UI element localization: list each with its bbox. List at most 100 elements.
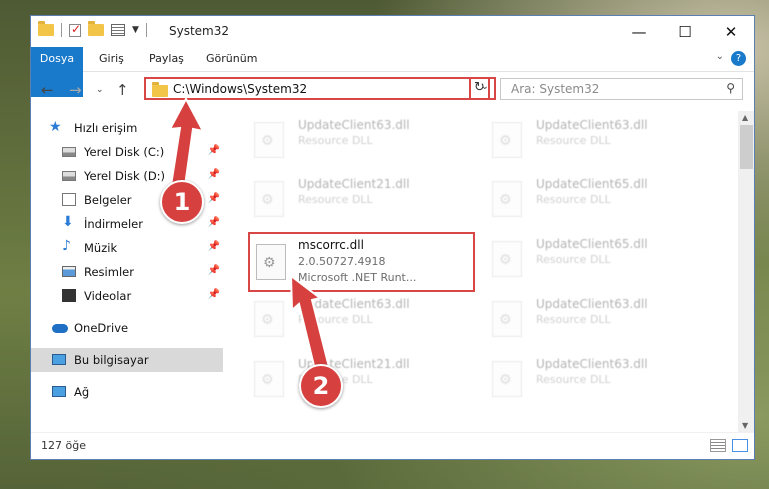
dll-file-icon: [254, 181, 284, 217]
file-type: Resource DLL: [536, 134, 611, 147]
file-description: Microsoft .NET Runt...: [298, 271, 417, 284]
sidebar-item-network[interactable]: Ağ: [31, 380, 223, 404]
window-controls: — ☐ ✕: [616, 16, 754, 47]
drive-icon: [62, 147, 76, 157]
details-view-icon[interactable]: [710, 439, 726, 452]
navigation-pane: ★ Hızlı erişim Yerel Disk (C:) 📌 Yerel D…: [31, 111, 223, 431]
sidebar-item-music[interactable]: ♪ Müzik 📌: [31, 236, 223, 260]
network-icon: [52, 386, 66, 397]
properties-check-icon[interactable]: [69, 22, 81, 37]
separator: [61, 23, 62, 37]
folder-icon: [152, 82, 168, 97]
file-item[interactable]: UpdateClient63.dll Resource DLL: [492, 355, 722, 405]
video-icon: [62, 289, 76, 302]
ribbon-tabs: Dosya Giriş Paylaş Görünüm ⌄ ?: [31, 47, 754, 97]
vertical-scrollbar[interactable]: ▲ ▼: [738, 111, 754, 432]
properties-icon[interactable]: [111, 24, 125, 36]
search-icon[interactable]: ⚲: [726, 81, 735, 95]
dll-file-icon: [254, 301, 284, 337]
pin-icon[interactable]: 📌: [208, 241, 220, 252]
music-icon: ♪: [62, 238, 71, 254]
pin-icon[interactable]: 📌: [208, 145, 220, 156]
star-icon: ★: [49, 119, 62, 135]
scroll-up-arrow-icon[interactable]: ▲: [742, 113, 748, 122]
file-name: UpdateClient63.dll: [298, 297, 410, 311]
file-item[interactable]: UpdateClient63.dll Resource DLL: [492, 295, 722, 345]
expand-ribbon-chevron-icon[interactable]: ⌄: [716, 51, 724, 62]
dll-file-icon: [492, 181, 522, 217]
pin-icon[interactable]: 📌: [208, 289, 220, 300]
file-explorer-window: ▼ System32 — ☐ ✕ Dosya Giriş Paylaş Görü…: [30, 15, 755, 460]
file-item-mscorrc-dll[interactable]: mscorrc.dll 2.0.50727.4918 Microsoft .NE…: [248, 232, 475, 292]
tab-share[interactable]: Paylaş: [149, 47, 184, 71]
dll-file-icon: [256, 244, 286, 280]
file-item[interactable]: UpdateClient65.dll Resource DLL: [492, 235, 722, 285]
refresh-button[interactable]: ↻: [469, 77, 490, 100]
tab-view[interactable]: Görünüm: [206, 47, 257, 71]
file-type: Resource DLL: [536, 253, 611, 266]
sidebar-item-onedrive[interactable]: OneDrive: [31, 316, 223, 340]
cloud-icon: [52, 324, 68, 333]
sidebar-item-label: Müzik: [84, 241, 118, 255]
sidebar-item-label: İndirmeler: [84, 217, 143, 231]
dll-file-icon: [492, 301, 522, 337]
navigation-bar: ← → ⌄ ↑ C:\Windows\System32 ⌄ ↻ Ara: Sys…: [31, 72, 754, 106]
file-name: mscorrc.dll: [298, 238, 364, 252]
search-box[interactable]: Ara: System32 ⚲: [500, 78, 743, 100]
separator: [145, 23, 147, 37]
dll-file-icon: [492, 122, 522, 158]
sidebar-item-label: Videolar: [84, 289, 132, 303]
recent-locations-chevron-icon[interactable]: ⌄: [96, 85, 104, 95]
file-item[interactable]: UpdateClient65.dll Resource DLL: [492, 175, 722, 225]
pin-icon[interactable]: 📌: [208, 169, 220, 180]
file-item[interactable]: UpdateClient63.dll Resource DLL: [492, 116, 722, 166]
sidebar-item-pictures[interactable]: Resimler 📌: [31, 260, 223, 284]
maximize-button[interactable]: ☐: [662, 16, 708, 47]
file-item[interactable]: UpdateClient21.dll Resource DLL: [254, 175, 484, 225]
new-folder-icon[interactable]: [88, 21, 104, 36]
sidebar-item-videos[interactable]: Videolar 📌: [31, 284, 223, 308]
help-icon[interactable]: ?: [731, 51, 746, 66]
file-item[interactable]: UpdateClient63.dll Resource DLL: [254, 116, 484, 166]
pictures-icon: [62, 266, 76, 277]
status-bar: 127 öğe: [31, 432, 754, 459]
step-2-badge: 2: [299, 364, 343, 408]
address-bar[interactable]: C:\Windows\System32 ⌄: [144, 77, 496, 100]
scroll-down-arrow-icon[interactable]: ▼: [742, 421, 748, 430]
file-type: Resource DLL: [536, 313, 611, 326]
scrollbar-thumb[interactable]: [740, 125, 753, 169]
file-item[interactable]: UpdateClient21.dll Resource DLL: [254, 355, 484, 405]
up-arrow-icon[interactable]: ↑: [116, 81, 129, 99]
large-icons-view-icon[interactable]: [732, 439, 748, 452]
tab-home[interactable]: Giriş: [99, 47, 124, 71]
file-type: Resource DLL: [536, 193, 611, 206]
dll-file-icon: [254, 361, 284, 397]
minimize-button[interactable]: —: [616, 16, 662, 47]
pin-icon[interactable]: 📌: [208, 265, 220, 276]
title-bar: ▼ System32 — ☐ ✕: [31, 16, 754, 47]
search-placeholder: Ara: System32: [511, 82, 600, 96]
close-button[interactable]: ✕: [708, 16, 754, 47]
file-type: Resource DLL: [298, 134, 373, 147]
step-1-badge: 1: [160, 180, 204, 224]
item-count: 127 öğe: [41, 439, 86, 452]
file-item[interactable]: UpdateClient63.dll Resource DLL: [254, 295, 484, 345]
dll-file-icon: [492, 361, 522, 397]
sidebar-item-this-pc[interactable]: Bu bilgisayar: [31, 348, 223, 372]
customize-toolbar-chevron-icon[interactable]: ▼: [132, 25, 139, 35]
drive-icon: [62, 171, 76, 181]
sidebar-item-quick-access[interactable]: ★ Hızlı erişim: [31, 116, 223, 140]
computer-icon: [52, 354, 66, 365]
forward-arrow-icon[interactable]: →: [69, 81, 82, 99]
sidebar-item-label: Bu bilgisayar: [74, 353, 149, 367]
quick-access-toolbar: ▼: [38, 21, 147, 37]
file-name: UpdateClient63.dll: [536, 297, 648, 311]
file-name: UpdateClient63.dll: [536, 118, 648, 132]
file-type: Resource DLL: [298, 193, 373, 206]
file-version: 2.0.50727.4918: [298, 255, 386, 268]
pin-icon[interactable]: 📌: [208, 193, 220, 204]
back-arrow-icon[interactable]: ←: [41, 81, 54, 99]
sidebar-item-local-disk-c[interactable]: Yerel Disk (C:) 📌: [31, 140, 223, 164]
pin-icon[interactable]: 📌: [208, 217, 220, 228]
sidebar-item-label: Hızlı erişim: [74, 121, 138, 135]
